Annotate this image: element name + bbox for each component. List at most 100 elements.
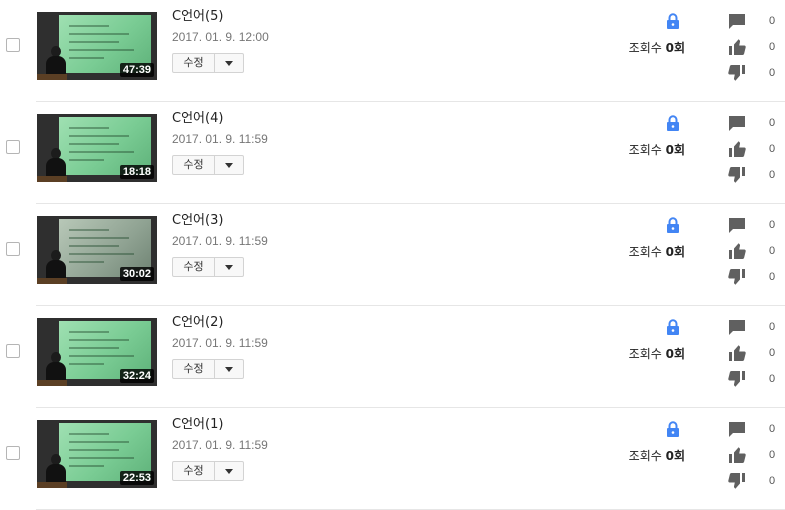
select-checkbox[interactable]: [6, 242, 20, 256]
video-duration: 32:24: [119, 369, 154, 383]
view-count-label: 조회수: [628, 245, 666, 259]
view-count: 조회수 0회: [629, 347, 685, 362]
comment-count: 0: [769, 15, 776, 27]
like-stat[interactable]: 0: [728, 446, 785, 464]
edit-button-group: 수정: [172, 461, 244, 481]
view-count-value: 0회: [665, 41, 685, 55]
comment-icon: [729, 14, 745, 29]
lock-icon: [667, 319, 679, 335]
thumbs-up-icon: [729, 345, 746, 361]
video-title[interactable]: C언어(2): [172, 315, 223, 331]
thumbs-down-icon: [728, 167, 745, 183]
presenter-figure: [45, 352, 67, 384]
dislike-count: 0: [769, 67, 776, 79]
view-count-value: 0회: [665, 449, 685, 463]
video-thumbnail[interactable]: 22:53: [37, 420, 157, 488]
lock-icon: [667, 217, 679, 233]
video-date: 2017. 01. 9. 11:59: [172, 234, 268, 248]
edit-button[interactable]: 수정: [173, 54, 215, 72]
dislike-stat[interactable]: 0: [728, 166, 785, 184]
like-stat[interactable]: 0: [728, 140, 785, 158]
video-row: 32:24 C언어(2) 2017. 01. 9. 11:59 수정 조회수 0…: [0, 306, 785, 408]
video-date: 2017. 01. 9. 11:59: [172, 336, 268, 350]
video-thumbnail[interactable]: 30:02: [37, 216, 157, 284]
edit-button-group: 수정: [172, 257, 244, 277]
comment-stat[interactable]: 0: [728, 12, 785, 30]
thumbs-up-icon: [729, 39, 746, 55]
comment-icon: [729, 320, 745, 335]
edit-button[interactable]: 수정: [173, 156, 215, 174]
chevron-down-icon[interactable]: [215, 462, 243, 480]
view-count-value: 0회: [665, 143, 685, 157]
comment-icon: [729, 422, 745, 437]
video-duration: 18:18: [119, 165, 154, 179]
view-count-label: 조회수: [628, 347, 666, 361]
like-count: 0: [769, 41, 776, 53]
comment-count: 0: [769, 321, 776, 333]
video-date: 2017. 01. 9. 11:59: [172, 438, 268, 452]
chevron-down-icon[interactable]: [215, 258, 243, 276]
video-thumbnail[interactable]: 32:24: [37, 318, 157, 386]
view-count: 조회수 0회: [629, 41, 685, 56]
video-thumbnail[interactable]: 18:18: [37, 114, 157, 182]
view-count-label: 조회수: [628, 41, 666, 55]
select-checkbox[interactable]: [6, 140, 20, 154]
select-checkbox[interactable]: [6, 446, 20, 460]
view-count-label: 조회수: [628, 449, 666, 463]
video-title[interactable]: C언어(1): [172, 417, 223, 433]
video-row: 18:18 C언어(4) 2017. 01. 9. 11:59 수정 조회수 0…: [0, 102, 785, 204]
video-date: 2017. 01. 9. 12:00: [172, 30, 269, 44]
comment-count: 0: [769, 117, 776, 129]
video-thumbnail[interactable]: 47:39: [37, 12, 157, 80]
dislike-count: 0: [769, 475, 776, 487]
like-count: 0: [769, 143, 776, 155]
thumbs-up-icon: [729, 141, 746, 157]
comment-icon: [729, 218, 745, 233]
view-count-value: 0회: [665, 245, 685, 259]
like-count: 0: [769, 245, 776, 257]
edit-button[interactable]: 수정: [173, 360, 215, 378]
presenter-figure: [45, 250, 67, 282]
lock-icon: [667, 115, 679, 131]
dislike-stat[interactable]: 0: [728, 64, 785, 82]
view-count-value: 0회: [665, 347, 685, 361]
dislike-stat[interactable]: 0: [728, 268, 785, 286]
video-duration: 47:39: [119, 63, 154, 77]
chevron-down-icon[interactable]: [215, 54, 243, 72]
like-stat[interactable]: 0: [728, 242, 785, 260]
video-row: 47:39 C언어(5) 2017. 01. 9. 12:00 수정 조회수 0…: [0, 0, 785, 102]
select-checkbox[interactable]: [6, 38, 20, 52]
video-title[interactable]: C언어(4): [172, 111, 223, 127]
video-title[interactable]: C언어(3): [172, 213, 223, 229]
like-stat[interactable]: 0: [728, 38, 785, 56]
video-row: 30:02 C언어(3) 2017. 01. 9. 11:59 수정 조회수 0…: [0, 204, 785, 306]
lock-icon: [667, 13, 679, 29]
comment-icon: [729, 116, 745, 131]
comment-stat[interactable]: 0: [728, 114, 785, 132]
like-stat[interactable]: 0: [728, 344, 785, 362]
edit-button[interactable]: 수정: [173, 462, 215, 480]
comment-count: 0: [769, 423, 776, 435]
video-duration: 30:02: [119, 267, 154, 281]
comment-stat[interactable]: 0: [728, 420, 785, 438]
video-date: 2017. 01. 9. 11:59: [172, 132, 268, 146]
select-checkbox[interactable]: [6, 344, 20, 358]
edit-button[interactable]: 수정: [173, 258, 215, 276]
thumbs-down-icon: [728, 269, 745, 285]
view-count: 조회수 0회: [629, 245, 685, 260]
like-count: 0: [769, 347, 776, 359]
comment-stat[interactable]: 0: [728, 318, 785, 336]
chevron-down-icon[interactable]: [215, 360, 243, 378]
edit-button-group: 수정: [172, 359, 244, 379]
view-count: 조회수 0회: [629, 449, 685, 464]
video-row: 22:53 C언어(1) 2017. 01. 9. 11:59 수정 조회수 0…: [0, 408, 785, 510]
chevron-down-icon[interactable]: [215, 156, 243, 174]
comment-stat[interactable]: 0: [728, 216, 785, 234]
edit-button-group: 수정: [172, 155, 244, 175]
thumbs-down-icon: [728, 473, 745, 489]
video-title[interactable]: C언어(5): [172, 9, 223, 25]
lock-icon: [667, 421, 679, 437]
dislike-stat[interactable]: 0: [728, 472, 785, 490]
dislike-stat[interactable]: 0: [728, 370, 785, 388]
view-count: 조회수 0회: [629, 143, 685, 158]
